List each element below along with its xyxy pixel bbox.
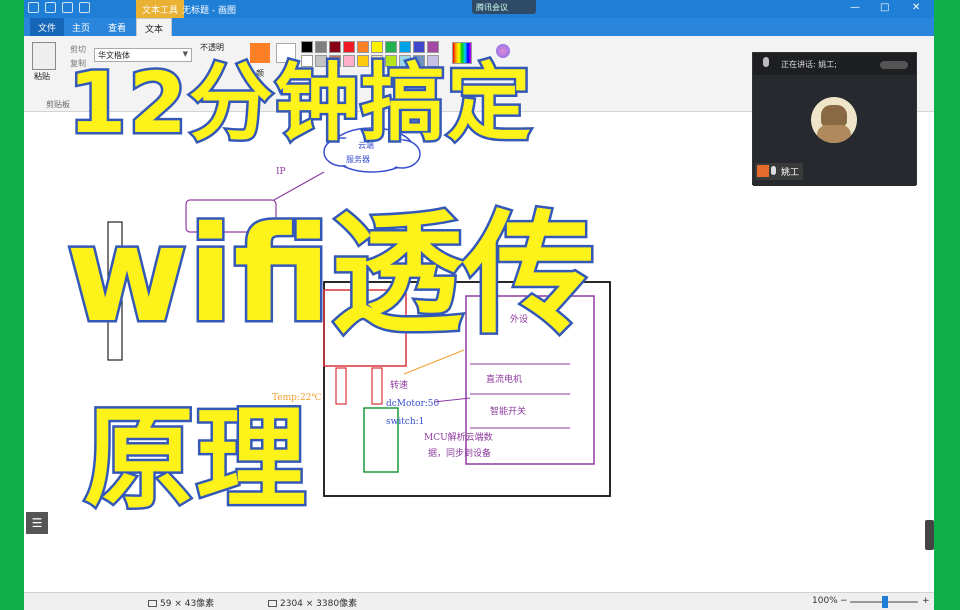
headline-line-2: wifi透传	[63, 198, 597, 353]
quick-access-toolbar	[28, 2, 90, 13]
palette-color-5[interactable]	[371, 41, 383, 53]
maximize-button[interactable]: □	[880, 2, 889, 13]
status-bar: 59 × 43像素 2304 × 3380像素 100% − +	[24, 592, 934, 610]
zoom-out-button[interactable]: −	[840, 596, 848, 606]
motor-label: 直流电机	[486, 373, 522, 385]
down-arrow	[371, 367, 383, 405]
avatar	[811, 97, 857, 143]
mcu-note-2: 据，同步到设备	[428, 447, 491, 459]
speaking-text: 正在讲话: 姚工;	[781, 60, 837, 69]
palette-color-8[interactable]	[413, 41, 425, 53]
palette-color-1[interactable]	[315, 41, 327, 53]
window-title: 无标题 - 画图	[182, 6, 236, 16]
participant-name-tag: 姚工	[755, 163, 804, 180]
palette-color-9[interactable]	[427, 41, 439, 53]
avatar-face	[821, 105, 847, 127]
smart-switch-label: 智能开关	[490, 405, 526, 417]
close-button[interactable]: ✕	[912, 2, 920, 13]
app-icon[interactable]	[28, 2, 39, 13]
palette-color-7[interactable]	[399, 41, 411, 53]
undo-icon[interactable]	[62, 2, 73, 13]
context-tab-text-tools[interactable]: 文本工具	[136, 0, 185, 18]
speed-label: 转速	[390, 379, 408, 391]
selection-icon	[148, 600, 157, 607]
tab-file[interactable]: 文件	[30, 18, 65, 36]
zoom-level: 100%	[812, 596, 838, 606]
save-icon[interactable]	[45, 2, 56, 13]
meeting-indicator[interactable]: 腾讯会议	[472, 0, 536, 14]
clipboard-group-label: 剪贴板	[46, 100, 70, 109]
user-icon	[757, 165, 769, 177]
headline-line-3: 原理	[82, 393, 309, 526]
left-frame-edge	[0, 0, 24, 610]
palette-color-3[interactable]	[343, 41, 355, 53]
selection-size-value: 59 × 43像素	[160, 599, 215, 609]
paste-icon[interactable]	[32, 42, 56, 70]
cloud-label-2: 服务器	[346, 154, 370, 164]
vertical-scrollbar[interactable]	[925, 520, 934, 550]
signal-icon	[880, 61, 908, 69]
orange-link	[403, 349, 465, 375]
mic-icon	[771, 166, 776, 175]
ip-label: IP	[276, 167, 286, 177]
participant-name: 姚工	[781, 168, 800, 178]
tab-text[interactable]: 文本	[136, 18, 173, 36]
paste-button[interactable]: 粘贴	[34, 71, 50, 82]
mcu-note-1: MCU解析云端数	[424, 431, 493, 443]
speaking-indicator: 正在讲话: 姚工;	[753, 53, 916, 75]
palette-color-2[interactable]	[329, 41, 341, 53]
dcmotor-label: dcMotor:50	[386, 399, 440, 409]
zoom-thumb[interactable]	[882, 596, 888, 608]
avatar-body	[817, 125, 851, 143]
title-bar: 文本工具 无标题 - 画图 腾讯会议 — □ ✕	[24, 0, 934, 18]
ribbon-tabs: 文件 主页 查看 文本	[24, 18, 934, 36]
image-size-value: 2304 × 3380像素	[280, 599, 358, 609]
selection-size: 59 × 43像素	[148, 596, 214, 609]
opaque-option[interactable]: 不透明	[200, 42, 224, 53]
tab-view[interactable]: 查看	[100, 18, 134, 36]
palette-color-4[interactable]	[357, 41, 369, 53]
video-call-panel[interactable]: 正在讲话: 姚工; 姚工	[752, 52, 917, 186]
image-size: 2304 × 3380像素	[268, 596, 357, 609]
headline-line-1: 12分钟搞定	[66, 54, 534, 152]
minimize-button[interactable]: —	[850, 2, 860, 13]
motor-arrow	[433, 397, 471, 403]
image-size-icon	[268, 600, 277, 607]
tab-home[interactable]: 主页	[64, 18, 98, 36]
zoom-in-button[interactable]: +	[922, 596, 930, 606]
up-arrow	[335, 367, 347, 405]
palette-color-0[interactable]	[301, 41, 313, 53]
mic-icon	[763, 57, 769, 67]
redo-icon[interactable]	[79, 2, 90, 13]
switch-label: switch:1	[386, 417, 424, 427]
right-frame-edge	[934, 0, 960, 610]
palette-color-6[interactable]	[385, 41, 397, 53]
list-icon[interactable]: ☰	[26, 512, 48, 534]
